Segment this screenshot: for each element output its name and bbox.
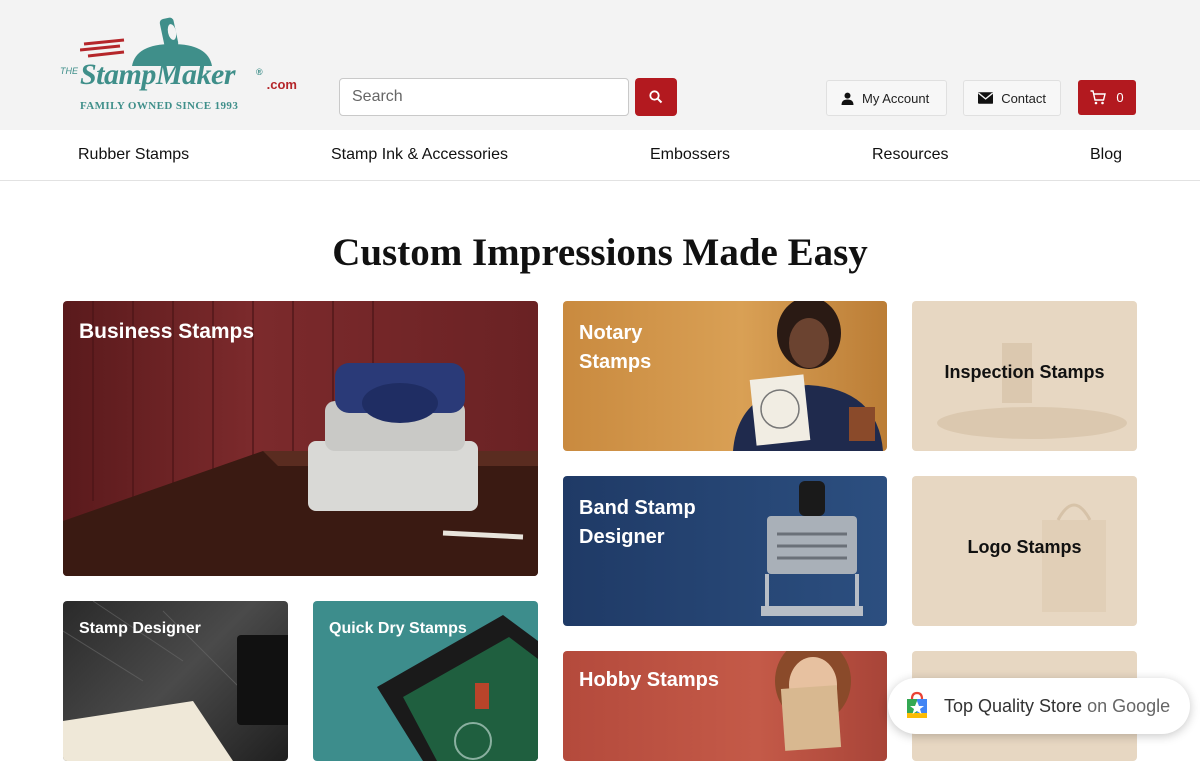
logo-name: StampMaker — [80, 58, 236, 91]
tile-label-stamp-designer: Stamp Designer — [79, 620, 201, 637]
tile-business-stamps[interactable]: Business Stamps — [63, 301, 538, 576]
badge-text: Top Quality Store on Google — [944, 696, 1170, 717]
my-account-label: My Account — [862, 90, 930, 106]
tile-hobby-stamps[interactable]: Hobby Stamps — [563, 651, 887, 761]
notary-line-2: Stamps — [579, 351, 652, 373]
logo-prefix: THE — [60, 66, 78, 76]
tile-label-business-stamps: Business Stamps — [79, 320, 255, 343]
tile-label-inspection-stamps: Inspection Stamps — [944, 362, 1105, 382]
cart-icon — [1090, 90, 1107, 105]
logo-com-text: .com — [266, 77, 297, 92]
main-nav: Rubber Stamps Stamp Ink & Accessories Em… — [0, 130, 1200, 181]
tile-band-stamp-designer[interactable]: Band Stamp Designer — [563, 476, 887, 626]
tile-label-band-stamp-designer: Band Stamp Designer — [579, 494, 696, 552]
tile-quick-dry-stamps[interactable]: Quick Dry Stamps — [313, 601, 538, 761]
search-button[interactable] — [635, 78, 677, 116]
google-shopping-icon — [907, 691, 927, 718]
nav-blog[interactable]: Blog — [1090, 146, 1122, 164]
tile-stamp-designer[interactable]: Stamp Designer — [63, 601, 288, 761]
my-account-button[interactable]: My Account — [826, 80, 947, 116]
badge-main-text: Top Quality Store — [944, 695, 1083, 716]
stampmaker-logo[interactable]: THE StampMaker ®.com FAMILY OWNED SINCE … — [60, 14, 300, 118]
logo-reg: ® — [256, 67, 263, 77]
google-top-quality-badge[interactable]: Top Quality Store on Google — [888, 678, 1190, 734]
envelope-icon — [978, 92, 994, 104]
contact-button[interactable]: Contact — [963, 80, 1061, 116]
nav-resources[interactable]: Resources — [872, 146, 948, 164]
hobby-stamps-image — [775, 651, 851, 751]
nav-stamp-ink-accessories[interactable]: Stamp Ink & Accessories — [331, 146, 508, 164]
contact-label: Contact — [1001, 90, 1046, 106]
tile-label-logo-stamps: Logo Stamps — [967, 537, 1082, 557]
band-line-1: Band Stamp — [579, 497, 696, 519]
cart-count: 0 — [1116, 90, 1124, 105]
logo-tagline: FAMILY OWNED SINCE 1993 — [80, 100, 239, 112]
logo-suffix: ®.com — [256, 67, 297, 92]
notary-line-1: Notary — [579, 322, 643, 344]
nav-embossers[interactable]: Embossers — [650, 146, 730, 164]
nav-rubber-stamps[interactable]: Rubber Stamps — [78, 146, 189, 164]
tile-label-notary-stamps: Notary Stamps — [579, 319, 651, 377]
header-top: THE StampMaker ®.com FAMILY OWNED SINCE … — [0, 0, 1200, 130]
page-title: Custom Impressions Made Easy — [332, 231, 868, 274]
tile-inspection-stamps[interactable]: Inspection Stamps — [912, 301, 1137, 451]
tile-label-hobby-stamps: Hobby Stamps — [579, 669, 720, 691]
tile-notary-stamps[interactable]: Notary Stamps — [563, 301, 887, 451]
badge-suffix-text: on Google — [1087, 695, 1171, 716]
search-input[interactable] — [339, 78, 629, 116]
user-icon — [841, 92, 854, 105]
cart-button[interactable]: 0 — [1078, 80, 1136, 115]
band-line-2: Designer — [579, 526, 665, 548]
tile-logo-stamps[interactable]: Logo Stamps — [912, 476, 1137, 626]
search-icon — [649, 90, 663, 104]
tile-label-quick-dry-stamps: Quick Dry Stamps — [329, 620, 467, 637]
